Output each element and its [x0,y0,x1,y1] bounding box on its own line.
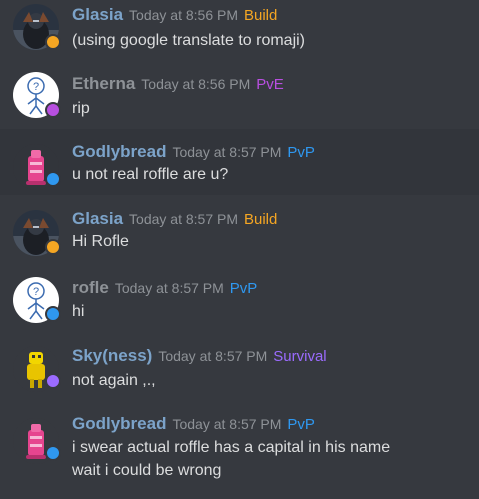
role-tag: Survival [273,348,327,365]
message: Godlybread Today at 8:57 PM PvP u not real… [0,129,479,195]
status-dot [45,306,61,322]
role-tag: PvE [256,76,284,93]
author-name[interactable]: Sky(ness) [72,346,152,365]
timestamp: Today at 8:57 PM [172,416,282,432]
status-dot [45,445,61,461]
message-text: (using google translate to romaji) [72,32,306,49]
author-name[interactable]: Godlybread [72,414,166,433]
author-name[interactable]: Etherna [72,74,135,93]
message: Godlybread Today at 8:57 PM PvP i swear ac… [0,404,479,499]
message-header: Glasia Today at 8:57 PM Build [72,209,277,230]
timestamp: Today at 8:57 PM [114,280,224,296]
role-tag: Build [244,211,278,228]
role-tag: Build [244,7,278,24]
status-dot [45,102,61,118]
role-tag: PvP [287,144,315,161]
message-header: rofle Today at 8:57 PM PvP [72,278,257,299]
message-text: rip [72,100,90,117]
message-text: Hi Rofle [72,233,129,250]
message: Glasia Today at 8:56 PM Build (using googl… [0,0,479,66]
message-text: u not real roffle are u? [72,166,229,183]
svg-text:?: ? [33,81,39,93]
message: Sky(ness) Today at 8:57 PM Survival not ag… [0,332,479,404]
status-dot [45,373,61,389]
message: Glasia Today at 8:57 PM Build Hi Rofle [0,195,479,264]
message-header: Sky(ness) Today at 8:57 PM Survival [72,346,327,367]
status-dot [45,34,61,50]
status-dot [45,171,61,187]
message-text: hi [72,303,85,320]
timestamp: Today at 8:56 PM [129,7,238,23]
status-dot [45,239,61,255]
author-name[interactable]: Glasia [72,209,123,228]
message-header: Glasia Today at 8:56 PM Build [72,5,277,26]
message-text: i swear actual roffle has a capital in h… [72,439,391,456]
author-name[interactable]: Glasia [72,5,123,24]
message-header: Godlybread Today at 8:57 PM PvP [72,414,315,435]
message-header: Etherna Today at 8:56 PM PvE [72,74,284,95]
message: ? rofle Today at 8:57 PM PvP hi [0,264,479,332]
role-tag: PvP [287,416,315,433]
timestamp: Today at 8:57 PM [158,348,268,364]
role-tag: PvP [229,280,258,297]
timestamp: Today at 8:57 PM [172,144,282,160]
message-header: Godlybread Today at 8:57 PM PvP [72,142,315,163]
timestamp: Today at 8:56 PM [141,76,251,92]
timestamp: Today at 8:57 PM [129,211,238,227]
chat-messages: Glasia Today at 8:56 PM Build (using googl… [0,0,479,499]
message-text: wait i could be wrong [72,462,222,479]
message-text: not again ,., [72,372,156,389]
author-name[interactable]: rofle [72,278,109,297]
svg-text:?: ? [33,286,39,298]
author-name[interactable]: Godlybread [72,142,166,161]
message: ? Etherna Today at 8:56 PM PvE rip [0,66,479,129]
